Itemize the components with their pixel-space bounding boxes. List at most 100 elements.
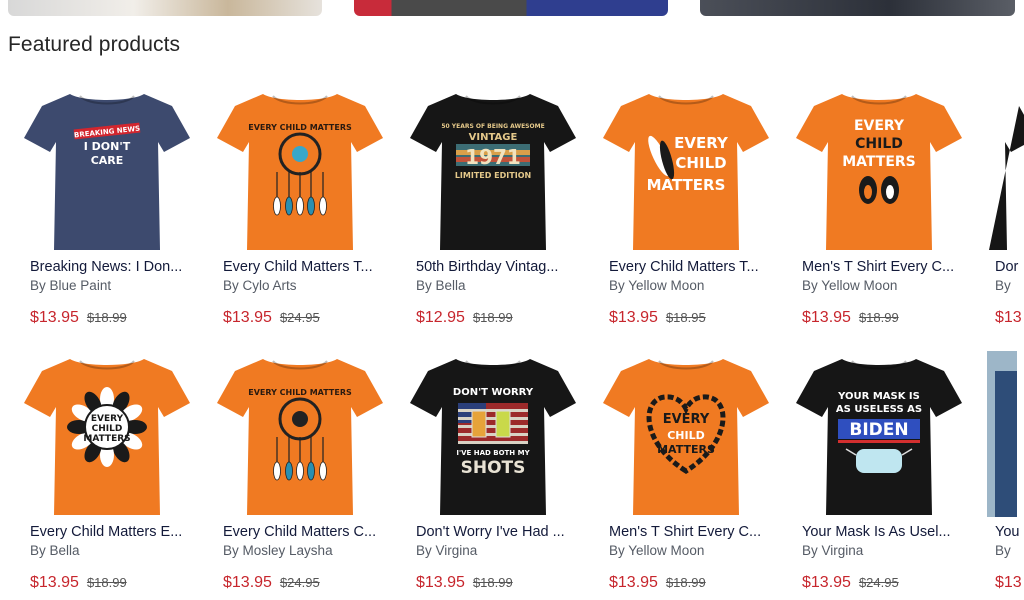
product-card[interactable]: EVERY CHILD MATTERS Men's T Shirt Every C..… — [601, 351, 794, 591]
product-image[interactable]: DON'T WORRY I'VE HAD BOTH MY SHOTS — [408, 351, 578, 517]
product-brand[interactable]: By Bella — [30, 543, 80, 558]
brand-name[interactable]: Yellow Moon — [628, 543, 704, 558]
product-brand[interactable]: By Yellow Moon — [802, 278, 897, 293]
sale-price: $13.95 — [30, 574, 79, 591]
product-brand[interactable]: By Cylo Arts — [223, 278, 297, 293]
print-text: I'VE HAD BOTH MY — [456, 449, 530, 457]
product-card[interactable]: EVERY CHILD MATTERS Every Child Matters T… — [215, 86, 408, 326]
by-prefix: By — [30, 543, 46, 558]
by-prefix: By — [223, 278, 239, 293]
product-image[interactable]: EVERY CHILD MATTERS — [215, 351, 385, 517]
brand-name[interactable]: Yellow Moon — [628, 278, 704, 293]
print-text: CHILD — [675, 154, 726, 172]
product-brand[interactable]: By Bella — [416, 278, 466, 293]
product-title[interactable]: 50th Birthday Vintag... — [416, 259, 596, 275]
list-price: $18.99 — [472, 575, 513, 590]
product-card[interactable]: 50 YEARS OF BEING AWESOME VINTAGE 1971 LIMI… — [408, 86, 601, 326]
sale-price: $13 — [995, 574, 1022, 591]
print-text: EVERY — [854, 118, 905, 134]
product-image[interactable]: EVERY CHILD MATTERS — [601, 351, 771, 517]
product-title[interactable]: Every Child Matters T... — [223, 259, 403, 275]
product-image[interactable] — [987, 351, 1024, 517]
product-image[interactable]: 50 YEARS OF BEING AWESOME VINTAGE 1971 LIMI… — [408, 86, 578, 252]
print-text: CHILD — [855, 136, 903, 152]
product-brand[interactable]: By Virgina — [416, 543, 477, 558]
product-brand[interactable]: By Yellow Moon — [609, 543, 704, 558]
product-brand[interactable]: By Virgina — [802, 543, 863, 558]
product-card[interactable]: EVERY CHILD MATTERS Men's T Shirt Every C..… — [794, 86, 987, 326]
price-row: $13.95 $24.95 — [223, 309, 320, 327]
brand-name[interactable]: Virgina — [436, 543, 478, 558]
product-brand[interactable]: By Blue Paint — [30, 278, 111, 293]
product-title[interactable]: Your Mask Is As Usel... — [802, 524, 982, 540]
brand-name[interactable]: Mosley Laysha — [243, 543, 333, 558]
product-card[interactable]: EVERY CHILD MATTERS Every Child Matters T..… — [601, 86, 794, 326]
tshirt-image — [987, 351, 1017, 517]
brand-name[interactable]: Bella — [50, 543, 80, 558]
banner-image-2[interactable] — [354, 0, 668, 16]
section-title: Featured products — [8, 33, 181, 56]
product-card[interactable]: You By $13 — [987, 351, 1024, 591]
brand-name[interactable]: Blue Paint — [50, 278, 112, 293]
print-text: YOUR MASK IS — [837, 391, 920, 402]
brand-name[interactable]: Cylo Arts — [243, 278, 297, 293]
product-title[interactable]: Every Child Matters C... — [223, 524, 403, 540]
product-card[interactable]: DON'T WORRY I'VE HAD BOTH MY SHOTS Don't Wo… — [408, 351, 601, 591]
price-row: $13.95 $24.95 — [223, 574, 320, 592]
product-card[interactable]: YOUR MASK IS AS USELESS AS BIDEN Your Mask … — [794, 351, 987, 591]
price-row: $13 — [995, 574, 1024, 592]
product-card[interactable]: BREAKING NEWS I DON'T CARE Breaking News: I… — [22, 86, 215, 326]
banner-image-3[interactable] — [700, 0, 1015, 16]
list-price: $18.99 — [858, 310, 899, 325]
price-row: $13.95 $18.99 — [30, 574, 127, 592]
price-row: $12.95 $18.99 — [416, 309, 513, 327]
print-text: I DON'T — [84, 140, 131, 153]
product-title[interactable]: Don't Worry I've Had ... — [416, 524, 596, 540]
brand-name[interactable]: Bella — [436, 278, 466, 293]
brand-name[interactable]: Yellow Moon — [821, 278, 897, 293]
print-text: MATTERS — [83, 434, 130, 444]
product-brand[interactable]: By Yellow Moon — [609, 278, 704, 293]
product-title[interactable]: Breaking News: I Don... — [30, 259, 210, 275]
price-row: $13.95 $18.99 — [416, 574, 513, 592]
product-brand[interactable]: By — [995, 278, 1011, 293]
list-price: $24.95 — [279, 575, 320, 590]
product-title[interactable]: You — [995, 524, 1024, 540]
print-text: EVERY — [663, 412, 710, 427]
brand-name[interactable]: Virgina — [822, 543, 864, 558]
tshirt-image: EVERYCHILDMATTERS — [796, 94, 962, 250]
product-title[interactable]: Dor — [995, 259, 1024, 275]
product-title[interactable]: Every Child Matters E... — [30, 524, 210, 540]
product-title[interactable]: Every Child Matters T... — [609, 259, 789, 275]
product-image[interactable]: YOUR MASK IS AS USELESS AS BIDEN — [794, 351, 964, 517]
product-image[interactable]: EVERY CHILD MATTERS — [215, 86, 385, 252]
product-brand[interactable]: By — [995, 543, 1011, 558]
product-image[interactable]: EVERY CHILD MATTERS — [601, 86, 771, 252]
tshirt-image: EVERYCHILDMATTERS — [603, 359, 769, 515]
product-image[interactable]: EVERY CHILD MATTERS — [794, 86, 964, 252]
by-prefix: By — [609, 543, 625, 558]
print-text: AS USELESS AS — [836, 404, 922, 415]
product-card[interactable]: EVERY CHILD MATTERS Every Child Matters C… — [215, 351, 408, 591]
tshirt-image: EVERYCHILDMATTERS — [603, 94, 769, 250]
print-text: DON'T WORRY — [453, 387, 534, 398]
print-text: EVERY CHILD MATTERS — [248, 123, 352, 132]
sale-price: $13.95 — [802, 309, 851, 326]
price-row: $13.95 $18.95 — [609, 309, 706, 327]
print-text: LIMITED EDITION — [455, 171, 531, 180]
tshirt-image — [989, 106, 1024, 250]
product-image[interactable] — [987, 86, 1024, 252]
tshirt-image: DON'T WORRY I'VE HAD BOTH MYSHOTS — [410, 359, 576, 515]
product-title[interactable]: Men's T Shirt Every C... — [609, 524, 789, 540]
banner-image-1[interactable] — [8, 0, 322, 16]
product-card[interactable]: EVERY CHILD MATTERS Every Child Matters E..… — [22, 351, 215, 591]
by-prefix: By — [802, 278, 818, 293]
print-text: MATTERS — [657, 443, 715, 456]
product-image[interactable]: EVERY CHILD MATTERS — [22, 351, 192, 517]
tshirt-shape — [603, 94, 769, 250]
sale-price: $13 — [995, 309, 1022, 326]
product-image[interactable]: BREAKING NEWS I DON'T CARE — [22, 86, 192, 252]
product-card[interactable]: Dor By $13 — [987, 86, 1024, 326]
product-brand[interactable]: By Mosley Laysha — [223, 543, 333, 558]
product-title[interactable]: Men's T Shirt Every C... — [802, 259, 982, 275]
